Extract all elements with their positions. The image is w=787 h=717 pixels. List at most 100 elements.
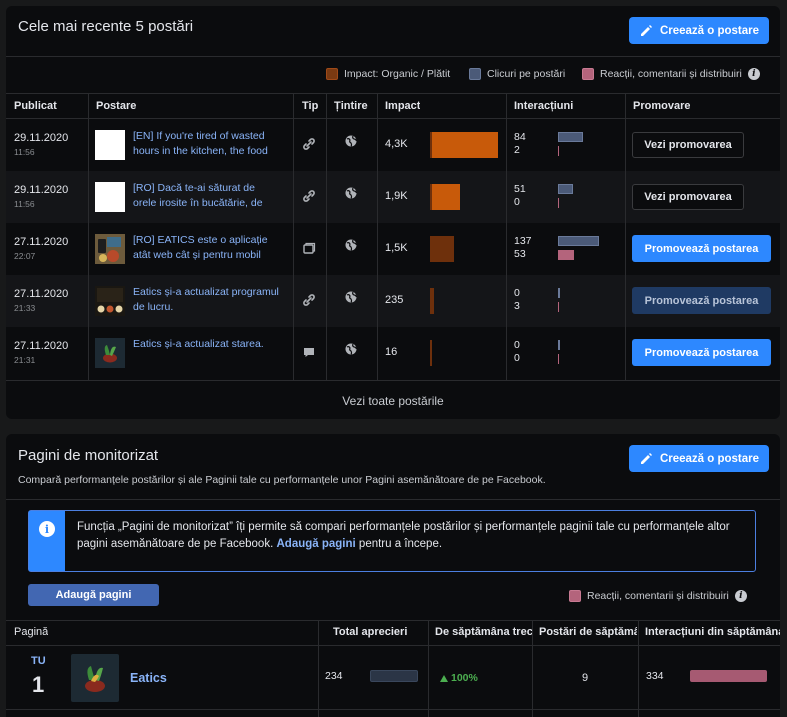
add-pages-button[interactable]: Adaugă pagini: [28, 584, 159, 606]
impact-bar: [430, 184, 460, 210]
interactions-cell: 84 2: [514, 131, 526, 157]
col-divider: [318, 621, 319, 717]
impact-value: 235: [385, 294, 404, 306]
col-promotion[interactable]: Promovare: [633, 100, 690, 112]
col-divider: [625, 94, 626, 380]
growth-label: 100%: [451, 672, 478, 684]
impact-bar: [430, 236, 454, 262]
interactions-cell: 03: [514, 287, 520, 313]
link-icon: [303, 190, 315, 202]
info-icon[interactable]: i: [734, 590, 747, 602]
clicks-value: 84: [514, 131, 526, 143]
arrow-up-icon: [440, 674, 448, 682]
create-post-label: Creează o postare: [659, 24, 760, 37]
row-border: [6, 709, 780, 710]
post-text-link[interactable]: [RO] EATICS este o aplicație atât web câ…: [133, 233, 279, 263]
page-name-link[interactable]: Eatics: [130, 671, 167, 685]
table-bottom-border: [6, 380, 780, 381]
legend-label: Clicuri pe postări: [487, 68, 566, 80]
col-divider: [293, 94, 294, 380]
card-title: Cele mai recente 5 postări: [18, 18, 194, 35]
published-cell: 27.11.2020 21:31: [14, 340, 68, 365]
col-page[interactable]: Pagină: [14, 626, 48, 638]
info-banner-side: i: [29, 511, 65, 571]
col-post[interactable]: Postare: [96, 100, 136, 112]
col-divider: [428, 621, 429, 717]
publish-time: 21:33: [14, 303, 36, 313]
impact-bar: [430, 132, 498, 158]
published-cell: 27.11.2020 21:33: [14, 288, 68, 313]
col-divider: [88, 94, 89, 380]
table-row: 27.11.2020 21:33 Eatics și-a actualizat pr…: [6, 275, 780, 327]
add-pages-link[interactable]: Adaugă pagini: [276, 538, 355, 550]
post-thumbnail[interactable]: [95, 182, 125, 212]
impact-value: 1,9K: [385, 190, 408, 202]
publish-date: 29.11.2020: [14, 132, 69, 144]
col-published[interactable]: Publicat: [14, 100, 57, 112]
col-divider: [638, 621, 639, 717]
post-thumbnail[interactable]: [95, 286, 125, 316]
table-row: 27.11.2020 22:07 [RO] EATICS este o aplica…: [6, 223, 780, 275]
clicks-value: 0: [514, 287, 520, 299]
post-thumbnail[interactable]: [95, 130, 125, 160]
col-divider: [377, 94, 378, 380]
boost-post-button[interactable]: Promovează postarea: [632, 339, 771, 366]
legend-swatch: [582, 68, 594, 80]
col-impact[interactable]: Impact: [385, 100, 420, 112]
reactions-bar: [558, 354, 559, 364]
view-promotion-button[interactable]: Vezi promovarea: [632, 132, 744, 158]
eatics-logo-icon: [85, 666, 105, 692]
col-type[interactable]: Tip: [302, 100, 318, 112]
globe-icon: [345, 187, 357, 199]
post-text-link[interactable]: [EN] If you're tired of wasted hours in …: [133, 129, 279, 159]
info-suffix: pentru a începe.: [358, 538, 443, 550]
publish-time: 11:56: [14, 199, 35, 209]
col-targeting[interactable]: Țintire: [334, 100, 368, 112]
clicks-value: 0: [514, 339, 520, 351]
publish-time: 21:31: [14, 355, 36, 365]
info-icon: i: [39, 521, 55, 537]
publish-date: 27.11.2020: [14, 288, 69, 300]
legend-label: Impact: Organic / Plătit: [344, 68, 451, 80]
post-thumbnail[interactable]: [95, 234, 125, 264]
publish-date: 27.11.2020: [14, 236, 69, 248]
interactions-cell: 137 53: [514, 235, 532, 261]
post-text-link[interactable]: Eatics și-a actualizat programul de lucr…: [133, 285, 279, 315]
see-all-posts-link[interactable]: Vezi toate postările: [6, 394, 780, 408]
interactions-cell: 00: [514, 339, 520, 365]
col-interactions-this-week[interactable]: Interacțiuni din săptămâna aceasta: [645, 626, 780, 638]
page-avatar[interactable]: [71, 654, 119, 702]
rank-number: 1: [32, 672, 45, 697]
col-last-week[interactable]: De săptămâna trecută: [435, 626, 533, 638]
globe-icon: [345, 135, 357, 147]
recent-posts-card: Cele mai recente 5 postări Creează o pos…: [6, 6, 780, 419]
interactions-value: 334: [646, 670, 664, 682]
col-divider: [506, 94, 507, 380]
published-cell: 27.11.2020 22:07: [14, 236, 68, 261]
impact-value: 16: [385, 346, 398, 358]
clicks-bar: [558, 132, 583, 142]
status-icon: [304, 348, 314, 357]
reactions-value: 2: [514, 144, 520, 156]
link-icon: [303, 294, 315, 306]
table-row: 29.11.2020 11:56 [EN] If you're tired of w…: [6, 119, 780, 171]
card-title: Pagini de monitorizat: [18, 447, 159, 464]
post-text-link[interactable]: [RO] Dacă te-ai săturat de orele irosite…: [133, 181, 279, 211]
post-text-link[interactable]: Eatics și-a actualizat starea.: [133, 337, 279, 367]
create-post-button[interactable]: Creează o postare: [629, 17, 769, 44]
legend-swatch: [569, 590, 581, 602]
post-thumbnail[interactable]: [95, 338, 125, 368]
boost-post-button[interactable]: Promovează postarea: [632, 287, 771, 314]
legend-reactions: Reacții, comentarii și distribuiri i: [582, 68, 760, 80]
boost-post-button[interactable]: Promovează postarea: [632, 235, 771, 262]
reactions-bar: [558, 146, 559, 156]
clicks-bar: [558, 236, 599, 246]
legend-label: Reacții, comentarii și distribuiri: [600, 68, 742, 80]
create-post-button[interactable]: Creează o postare: [629, 445, 769, 472]
col-posts-this-week[interactable]: Postări de săptămâna aceasta: [539, 626, 637, 638]
info-icon[interactable]: i: [747, 68, 760, 80]
col-interactions[interactable]: Interacțiuni: [514, 100, 573, 112]
reactions-bar: [558, 302, 559, 312]
view-promotion-button[interactable]: Vezi promovarea: [632, 184, 744, 210]
col-total-likes[interactable]: Total aprecieri: [333, 626, 433, 638]
